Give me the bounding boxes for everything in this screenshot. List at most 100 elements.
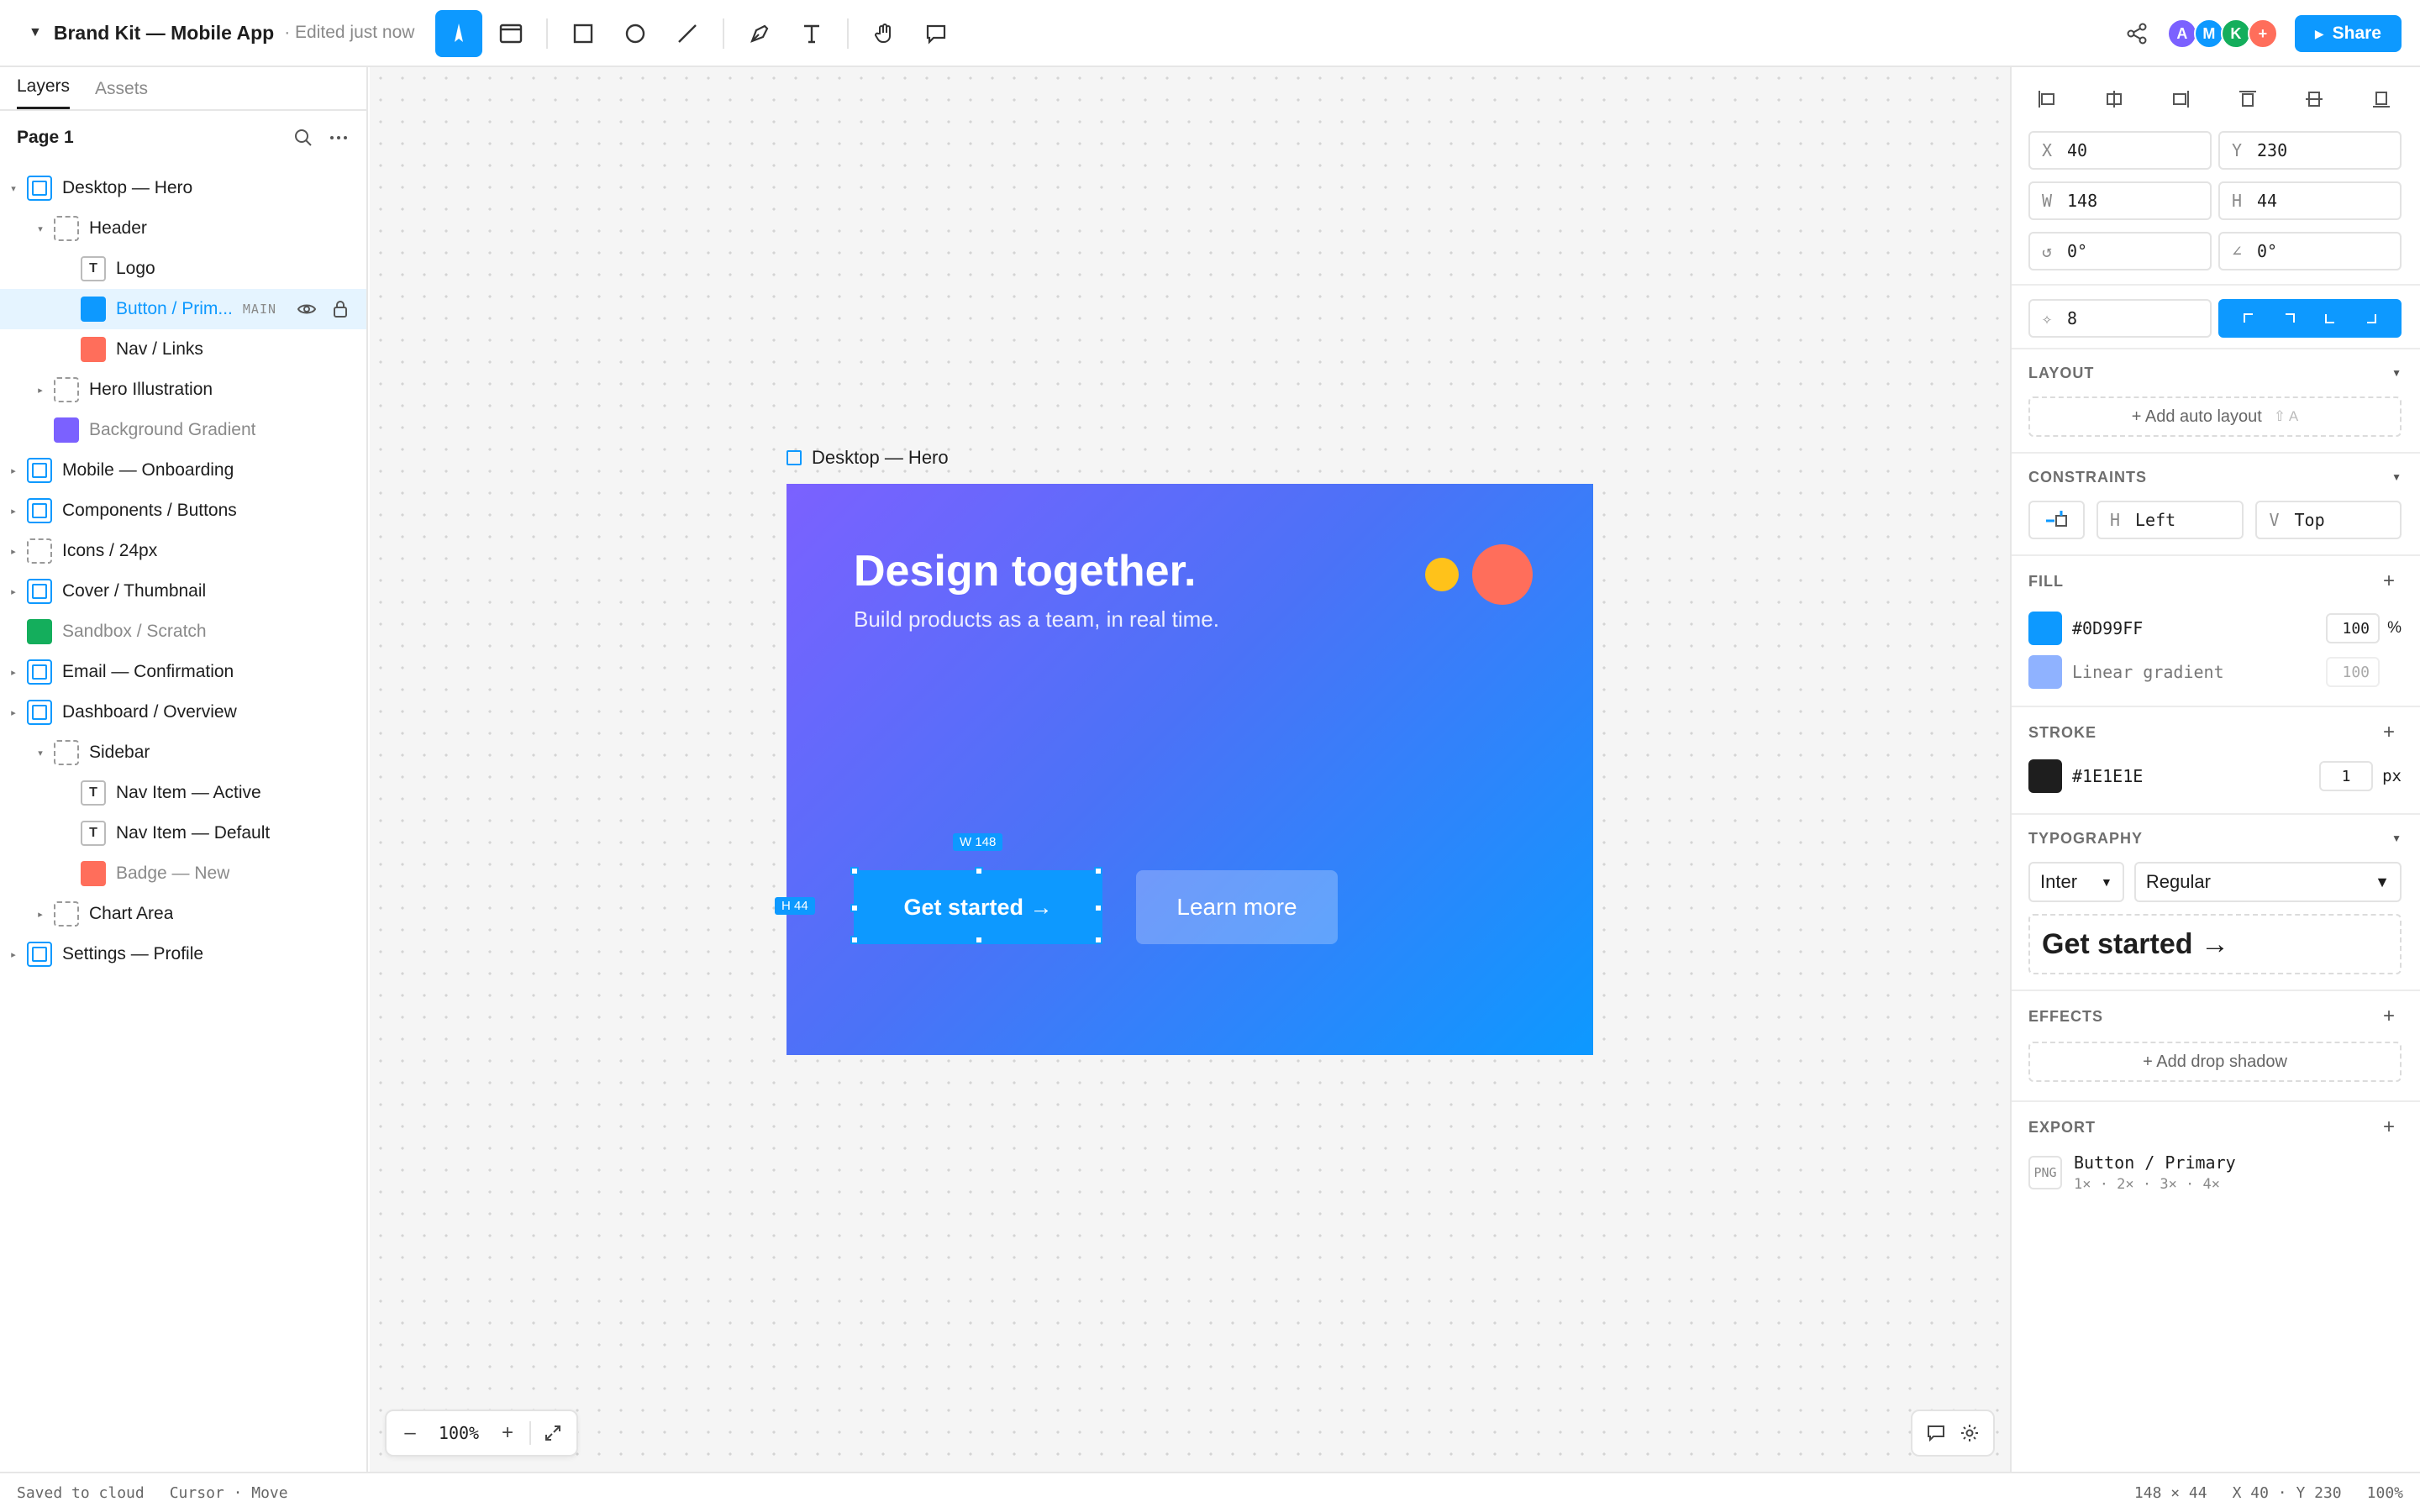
hero-illustration-dot-yellow[interactable] <box>1425 558 1459 591</box>
rotation-field[interactable]: ↺ 0° <box>2028 232 2212 270</box>
align-bottom-icon[interactable] <box>2366 84 2396 114</box>
page-name[interactable]: Page 1 <box>17 128 281 148</box>
settings-button[interactable] <box>1953 1416 1986 1450</box>
height-field[interactable]: H 44 <box>2218 181 2402 220</box>
fill-row-gradient[interactable]: Linear gradient 100 <box>2028 650 2402 694</box>
add-auto-layout-button[interactable]: + Add auto layout ⇧ A <box>2028 396 2402 437</box>
export-scales[interactable]: 1× · 2× · 3× · 4× <box>2074 1176 2236 1193</box>
layer-row[interactable]: ▸ Cover / Thumbnail <box>0 571 366 612</box>
fill-hex[interactable]: #0D99FF <box>2072 618 2326 638</box>
stroke-row[interactable]: #1E1E1E 1 px <box>2028 758 2402 795</box>
align-center-v-icon[interactable] <box>2299 84 2329 114</box>
secondary-button[interactable]: Learn more <box>1136 870 1338 944</box>
zoom-out-button[interactable]: – <box>393 1416 427 1450</box>
layer-row[interactable]: ▾ Header <box>0 208 366 249</box>
line-tool[interactable] <box>664 10 711 57</box>
independent-corners-toggle[interactable] <box>2218 299 2402 338</box>
gradient-opacity[interactable]: 100 <box>2326 657 2380 687</box>
zoom-in-button[interactable]: + <box>491 1416 524 1450</box>
layer-expand-caret-icon[interactable]: ▸ <box>7 707 20 718</box>
more-options-icon[interactable] <box>326 125 351 150</box>
add-fill-button[interactable]: + <box>2376 570 2402 593</box>
search-icon[interactable] <box>291 125 316 150</box>
layer-expand-caret-icon[interactable]: ▸ <box>7 546 20 557</box>
layer-row[interactable]: Badge — New <box>0 853 366 894</box>
text-tool[interactable] <box>788 10 835 57</box>
lock-icon[interactable] <box>328 297 353 322</box>
align-right-icon[interactable] <box>2165 84 2196 114</box>
move-tool[interactable] <box>435 10 482 57</box>
export-format-badge[interactable]: PNG <box>2028 1156 2062 1189</box>
zoom-level[interactable]: 100% <box>427 1423 491 1443</box>
layer-row[interactable]: ▾ Sidebar <box>0 732 366 773</box>
gradient-fill-label[interactable]: Linear gradient <box>2072 662 2326 682</box>
align-left-icon[interactable] <box>2032 84 2062 114</box>
layer-row[interactable]: T Nav Item — Default <box>0 813 366 853</box>
layer-row[interactable]: Sandbox / Scratch <box>0 612 366 652</box>
y-field[interactable]: Y 230 <box>2218 131 2402 170</box>
canvas[interactable]: Desktop — Hero Design together. Build pr… <box>370 67 2010 1472</box>
hero-subtitle[interactable]: Build products as a team, in real time. <box>854 606 1219 633</box>
layer-row[interactable]: ▸ Hero Illustration <box>0 370 366 410</box>
add-effect-button[interactable]: + <box>2376 1005 2402 1028</box>
file-name[interactable]: Brand Kit — Mobile App <box>54 22 274 45</box>
align-center-h-icon[interactable] <box>2099 84 2129 114</box>
typography-preview[interactable]: Get started → <box>2028 914 2402 974</box>
align-top-icon[interactable] <box>2233 84 2263 114</box>
layer-row[interactable]: ▸ Mobile — Onboarding <box>0 450 366 491</box>
fill-opacity[interactable]: 100 <box>2326 613 2380 643</box>
share-link-button[interactable] <box>2118 15 2155 52</box>
rectangle-tool[interactable] <box>560 10 607 57</box>
comments-button[interactable] <box>1919 1416 1953 1450</box>
constraint-widget[interactable] <box>2028 501 2085 539</box>
layer-row[interactable]: T Logo <box>0 249 366 289</box>
stroke-hex[interactable]: #1E1E1E <box>2072 766 2319 786</box>
layer-row[interactable]: ▸ Components / Buttons <box>0 491 366 531</box>
chevron-down-icon[interactable]: ▼ <box>2391 367 2402 379</box>
layer-expand-caret-icon[interactable]: ▸ <box>34 385 47 396</box>
layer-row[interactable]: Background Gradient <box>0 410 366 450</box>
page-selector[interactable]: Page 1 <box>0 111 366 165</box>
hero-title[interactable]: Design together. <box>854 546 1196 596</box>
layer-row[interactable]: Nav / Links <box>0 329 366 370</box>
layer-expand-caret-icon[interactable]: ▸ <box>7 465 20 476</box>
layer-row[interactable]: ▾ Desktop — Hero <box>0 168 366 208</box>
file-menu[interactable]: ▼ Brand Kit — Mobile App · Edited just n… <box>29 0 414 66</box>
hero-illustration-dot-red[interactable] <box>1472 544 1533 605</box>
export-item[interactable]: PNG Button / Primary 1× · 2× · 3× · 4× <box>2028 1152 2402 1193</box>
tab-assets[interactable]: Assets <box>95 79 148 109</box>
layer-expand-caret-icon[interactable]: ▸ <box>34 909 47 920</box>
layer-row[interactable]: T Nav Item — Active <box>0 773 366 813</box>
gradient-swatch[interactable] <box>2028 655 2062 689</box>
ellipse-tool[interactable] <box>612 10 659 57</box>
add-stroke-button[interactable]: + <box>2376 721 2402 744</box>
add-drop-shadow-button[interactable]: + Add drop shadow <box>2028 1042 2402 1082</box>
width-field[interactable]: W 148 <box>2028 181 2212 220</box>
fill-row-solid[interactable]: #0D99FF 100 % <box>2028 606 2402 650</box>
add-collaborator-avatar[interactable]: + <box>2247 18 2278 49</box>
layer-expand-caret-icon[interactable]: ▾ <box>7 183 20 194</box>
pen-tool[interactable] <box>736 10 783 57</box>
layer-row[interactable]: ▸ Settings — Profile <box>0 934 366 974</box>
eye-icon[interactable] <box>294 297 319 322</box>
primary-button[interactable]: Get started → <box>854 870 1102 944</box>
layer-row[interactable]: ▸ Icons / 24px <box>0 531 366 571</box>
layer-row[interactable]: ▸ Email — Confirmation <box>0 652 366 692</box>
vertical-constraint-select[interactable]: V Top <box>2255 501 2402 539</box>
font-family-select[interactable]: Inter ▼ <box>2028 862 2124 902</box>
comment-tool[interactable] <box>913 10 960 57</box>
avatar[interactable]: K <box>2220 18 2251 49</box>
stroke-swatch[interactable] <box>2028 759 2062 793</box>
layer-expand-caret-icon[interactable]: ▸ <box>7 506 20 517</box>
chevron-down-icon[interactable]: ▼ <box>29 25 42 40</box>
hero-frame[interactable]: Design together. Build products as a tea… <box>775 484 1593 1055</box>
stroke-width[interactable]: 1 <box>2319 761 2373 791</box>
frame-label[interactable]: Desktop — Hero <box>786 447 949 469</box>
share-button[interactable]: ▶ Share <box>2294 15 2402 52</box>
corner-radius-field[interactable]: ✧ 8 <box>2028 299 2212 338</box>
chevron-down-icon[interactable]: ▼ <box>2391 471 2402 483</box>
fill-swatch[interactable] <box>2028 612 2062 645</box>
avatar[interactable]: A <box>2166 18 2197 49</box>
chevron-down-icon[interactable]: ▼ <box>2391 832 2402 844</box>
font-weight-select[interactable]: Regular ▼ <box>2133 862 2402 902</box>
